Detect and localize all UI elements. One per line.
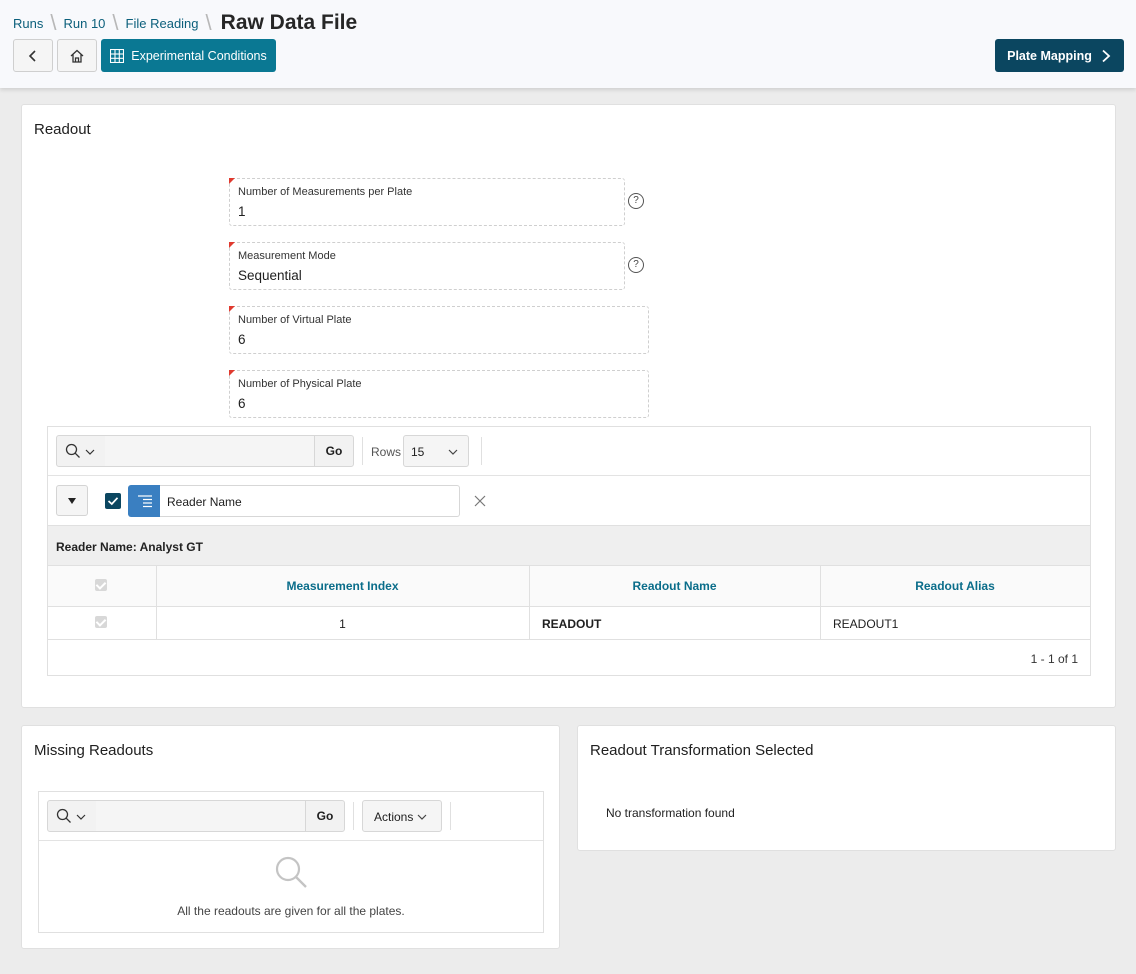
measurement-mode-field[interactable]: Measurement Mode Sequential [229,242,625,290]
cell-measurement-index: 1 [339,617,346,631]
check-icon [107,497,119,506]
breadcrumb-runs[interactable]: Runs [13,16,43,31]
search-input[interactable] [105,435,315,467]
breadcrumb-separator: \ [205,10,212,35]
page-title: Raw Data File [220,11,358,34]
breadcrumb-separator: \ [50,10,57,35]
column-divider [529,607,530,640]
page-header: Runs \ Run 10 \ File Reading \ Raw Data … [0,0,1136,88]
field-value: 6 [238,332,246,347]
chevron-right-icon [1102,49,1111,62]
readout-transformation-title: Readout Transformation Selected [590,742,814,759]
experimental-conditions-button[interactable]: Experimental Conditions [101,39,276,72]
column-header-readout-alias[interactable]: Readout Alias [820,579,1090,593]
measurements-per-plate-field[interactable]: Number of Measurements per Plate 1 [229,178,625,226]
actions-menu-button[interactable]: Actions [362,800,442,832]
rows-value: 15 [411,445,425,459]
close-icon[interactable] [474,495,486,507]
table-header-row: Measurement Index Readout Name Readout A… [48,566,1090,607]
toolbar-divider [450,802,451,830]
field-label: Number of Physical Plate [238,378,362,390]
readout-title: Readout [34,121,91,138]
table-row: 1 READOUT READOUT1 [48,607,1090,640]
cell-readout-alias: READOUT1 [833,617,899,631]
divider [48,475,1090,476]
breadcrumb-separator: \ [112,10,119,35]
filter-enabled-checkbox[interactable] [105,493,121,509]
filter-toggle-button[interactable] [56,485,88,516]
missing-readouts-report: Go Actions All the readouts are given fo… [38,791,544,933]
search-input[interactable] [96,800,306,832]
column-header-measurement-index[interactable]: Measurement Index [156,579,529,593]
field-value: Sequential [238,268,302,283]
field-label: Number of Measurements per Plate [238,186,413,198]
column-divider [820,607,821,640]
back-button[interactable] [13,39,53,72]
group-by-icon [138,495,152,508]
group-header-label: Reader Name: Analyst GT [56,540,203,554]
breadcrumb-file-reading[interactable]: File Reading [126,16,199,31]
help-icon[interactable]: ? [628,193,644,209]
chevron-down-icon [76,814,86,820]
field-value: 1 [238,204,246,219]
field-value: 6 [238,396,246,411]
toolbar-divider [362,437,363,465]
caret-down-icon [68,498,76,504]
help-icon[interactable]: ? [628,257,644,273]
table-icon [110,48,125,63]
home-icon [70,49,84,63]
search-icon [65,443,80,458]
chevron-down-icon [417,814,427,820]
plate-mapping-button[interactable]: Plate Mapping [995,39,1124,72]
chevron-down-icon [85,449,95,455]
rows-label: Rows [371,445,402,459]
filter-chip[interactable]: Reader Name [160,485,460,517]
select-all-checkbox[interactable] [95,579,107,591]
plate-mapping-label: Plate Mapping [1007,48,1092,63]
no-transformation-message: No transformation found [606,806,735,820]
physical-plate-field[interactable]: Number of Physical Plate 6 [229,370,649,418]
filter-label: Reader Name [167,495,242,509]
toolbar-divider [353,802,354,830]
chevron-left-icon [28,49,36,62]
experimental-conditions-label: Experimental Conditions [131,48,267,63]
column-header-readout-name[interactable]: Readout Name [529,579,820,593]
row-checkbox[interactable] [95,616,107,628]
group-header-row: Reader Name: Analyst GT [48,525,1090,566]
go-button[interactable]: Go [314,435,354,467]
chevron-down-icon [448,449,458,455]
group-by-icon-box [128,485,160,517]
search-column-selector[interactable] [56,435,106,467]
breadcrumb-run[interactable]: Run 10 [63,16,105,31]
field-label: Measurement Mode [238,250,336,262]
readout-report: Go Rows 15 Reader Name Reader Name: Anal… [47,426,1091,676]
go-button[interactable]: Go [305,800,345,832]
readout-transformation-panel: Readout Transformation Selected No trans… [577,725,1116,851]
missing-readouts-panel: Missing Readouts Go Actions All the read… [21,725,560,949]
home-button[interactable] [57,39,97,72]
rows-select[interactable]: 15 [403,435,469,467]
pagination: 1 - 1 of 1 [1030,652,1078,666]
no-data-search-icon [275,856,307,888]
readout-panel: Readout Number of Measurements per Plate… [21,104,1116,708]
missing-readouts-title: Missing Readouts [34,742,154,759]
virtual-plate-field[interactable]: Number of Virtual Plate 6 [229,306,649,354]
search-column-selector[interactable] [47,800,97,832]
breadcrumb: Runs \ Run 10 \ File Reading \ Raw Data … [13,11,357,35]
field-label: Number of Virtual Plate [238,314,352,326]
empty-message: All the readouts are given for all the p… [177,904,405,918]
divider [39,840,543,841]
search-icon [56,808,71,823]
cell-readout-name: READOUT [542,617,602,631]
actions-label: Actions [374,810,414,824]
toolbar-divider [481,437,482,465]
